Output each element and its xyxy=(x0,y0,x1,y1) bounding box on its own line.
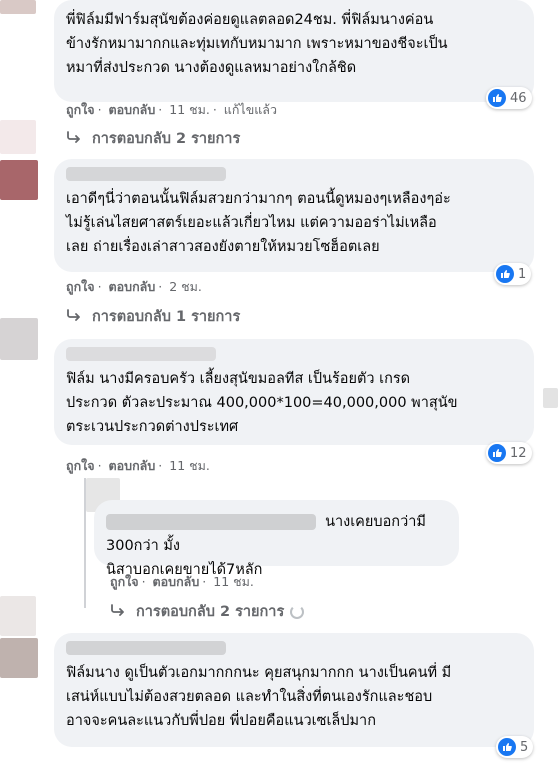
like-icon xyxy=(496,265,514,283)
view-replies-link[interactable]: การตอบกลับ 2 รายการ xyxy=(110,600,305,623)
reaction-count-value: 5 xyxy=(520,739,529,755)
author-name[interactable] xyxy=(66,347,216,361)
reaction-count-value: 12 xyxy=(510,445,527,461)
view-replies-label: การตอบกลับ 2 รายการ xyxy=(136,604,285,620)
like-link[interactable]: ถูกใจ xyxy=(66,279,95,294)
reply-link[interactable]: ตอบกลับ xyxy=(153,574,200,589)
like-icon xyxy=(488,89,506,107)
comment-actions: ถูกใจ · ตอบกลับ · 11 ชม. xyxy=(66,458,210,473)
like-link[interactable]: ถูกใจ xyxy=(66,102,95,117)
reply-bubble: นางเคยบอกว่ามี 300กว่า มั้ง นิสาบอกเคยขา… xyxy=(94,500,459,578)
timestamp[interactable]: 11 ชม. xyxy=(169,102,210,117)
view-replies-link[interactable]: การตอบกลับ 2 รายการ xyxy=(66,127,240,150)
reply-link[interactable]: ตอบกลับ xyxy=(109,458,156,473)
avatar[interactable] xyxy=(0,160,38,200)
comment-text-line: พี่ฟิล์มมีฟาร์มสุนัขต้องค่อยดูแลตลอด24ชม… xyxy=(66,12,434,28)
avatar[interactable] xyxy=(0,318,38,360)
comment-text-line: เอาดีๆนี่ว่าตอนนั้นฟิล์มสวยกว่ามากๆ ตอนน… xyxy=(66,191,451,207)
timestamp[interactable]: 11 ชม. xyxy=(213,574,254,589)
author-name[interactable] xyxy=(66,641,226,655)
reaction-count[interactable]: 1 xyxy=(494,263,532,285)
timestamp[interactable]: 11 ชม. xyxy=(169,458,210,473)
avatar[interactable] xyxy=(0,0,36,14)
like-link[interactable]: ถูกใจ xyxy=(110,574,139,589)
like-link[interactable]: ถูกใจ xyxy=(66,458,95,473)
comment-actions: ถูกใจ · ตอบกลับ · 11 ชม. · แก้ไขแล้ว xyxy=(66,102,277,117)
comment-bubble: เอาดีๆนี่ว่าตอนนั้นฟิล์มสวยกว่ามากๆ ตอนน… xyxy=(54,159,534,272)
comment-text-line: เลย ถ่ายเรื่องเล่าสาวสองยังตายให้หมวยโซฮ… xyxy=(66,239,380,255)
author-name[interactable] xyxy=(106,514,316,530)
avatar[interactable] xyxy=(543,388,558,408)
reply-link[interactable]: ตอบกลับ xyxy=(109,102,156,117)
view-replies-label: การตอบกลับ 1 รายการ xyxy=(92,309,241,325)
reaction-count-value: 1 xyxy=(518,266,527,282)
comment-text-line: ข้างรักหมามากกและทุ่มเทกับหมามาก เพราะหม… xyxy=(66,36,448,52)
reaction-count[interactable]: 12 xyxy=(486,442,532,464)
comment-text-line: อาจจะคนละแนวกับพี่ปอย พี่ปอยคือแนวเซเล็ป… xyxy=(66,713,376,729)
comment-text-line: ตระเวนประกวดต่างประเทศ xyxy=(66,419,239,435)
like-icon xyxy=(488,444,506,462)
comment-bubble: ฟิล์ม นางมีครอบครัว เลี้ยงสุนัขมอลทีส เป… xyxy=(54,339,534,445)
comment-text-line: ประกวด ตัวละประมาณ 400,000*100=40,000,00… xyxy=(66,395,458,411)
reaction-count[interactable]: 46 xyxy=(486,87,532,109)
view-replies-link[interactable]: การตอบกลับ 1 รายการ xyxy=(66,305,240,328)
reply-arrow-icon xyxy=(66,131,84,147)
timestamp[interactable]: 2 ชม. xyxy=(169,279,202,294)
view-replies-label: การตอบกลับ 2 รายการ xyxy=(92,131,241,147)
comment-bubble: ฟิล์มนาง ดูเป็นตัวเอกมากกกนะ คุยสนุกมากก… xyxy=(54,633,534,747)
reply-arrow-icon xyxy=(66,309,84,325)
avatar[interactable] xyxy=(0,596,36,636)
avatar[interactable] xyxy=(0,120,36,154)
comment-actions: ถูกใจ · ตอบกลับ · 11 ชม. xyxy=(110,574,254,589)
comment-bubble: พี่ฟิล์มมีฟาร์มสุนัขต้องค่อยดูแลตลอด24ชม… xyxy=(54,0,534,102)
comment-text-line: ไม่รู้เล่นไสยศาสตร์เยอะแล้วเกี่ยวไหม แต่… xyxy=(66,215,437,231)
reply-link[interactable]: ตอบกลับ xyxy=(109,279,156,294)
comment-actions: ถูกใจ · ตอบกลับ · 2 ชม. xyxy=(66,279,202,294)
comment-text-line: ฟิล์ม นางมีครอบครัว เลี้ยงสุนัขมอลทีส เป… xyxy=(66,371,411,387)
reaction-count-value: 46 xyxy=(510,90,527,106)
avatar[interactable] xyxy=(0,638,38,678)
like-icon xyxy=(498,738,516,756)
author-name[interactable] xyxy=(66,167,226,181)
comment-text-line: เสน่ห์แบบไม่ต้องสวยตลอด และทำในสิ่งที่ตน… xyxy=(66,689,433,705)
reply-arrow-icon xyxy=(110,604,128,620)
edited-label[interactable]: แก้ไขแล้ว xyxy=(224,102,277,117)
comment-text-line: หมาที่ส่งประกวด นางต้องดูแลหมาอย่างใกล้ช… xyxy=(66,60,357,76)
loading-spinner-icon xyxy=(290,605,305,619)
reaction-count[interactable]: 5 xyxy=(496,736,534,758)
comment-text-line: ฟิล์มนาง ดูเป็นตัวเอกมากกกนะ คุยสนุกมากก… xyxy=(66,665,452,681)
